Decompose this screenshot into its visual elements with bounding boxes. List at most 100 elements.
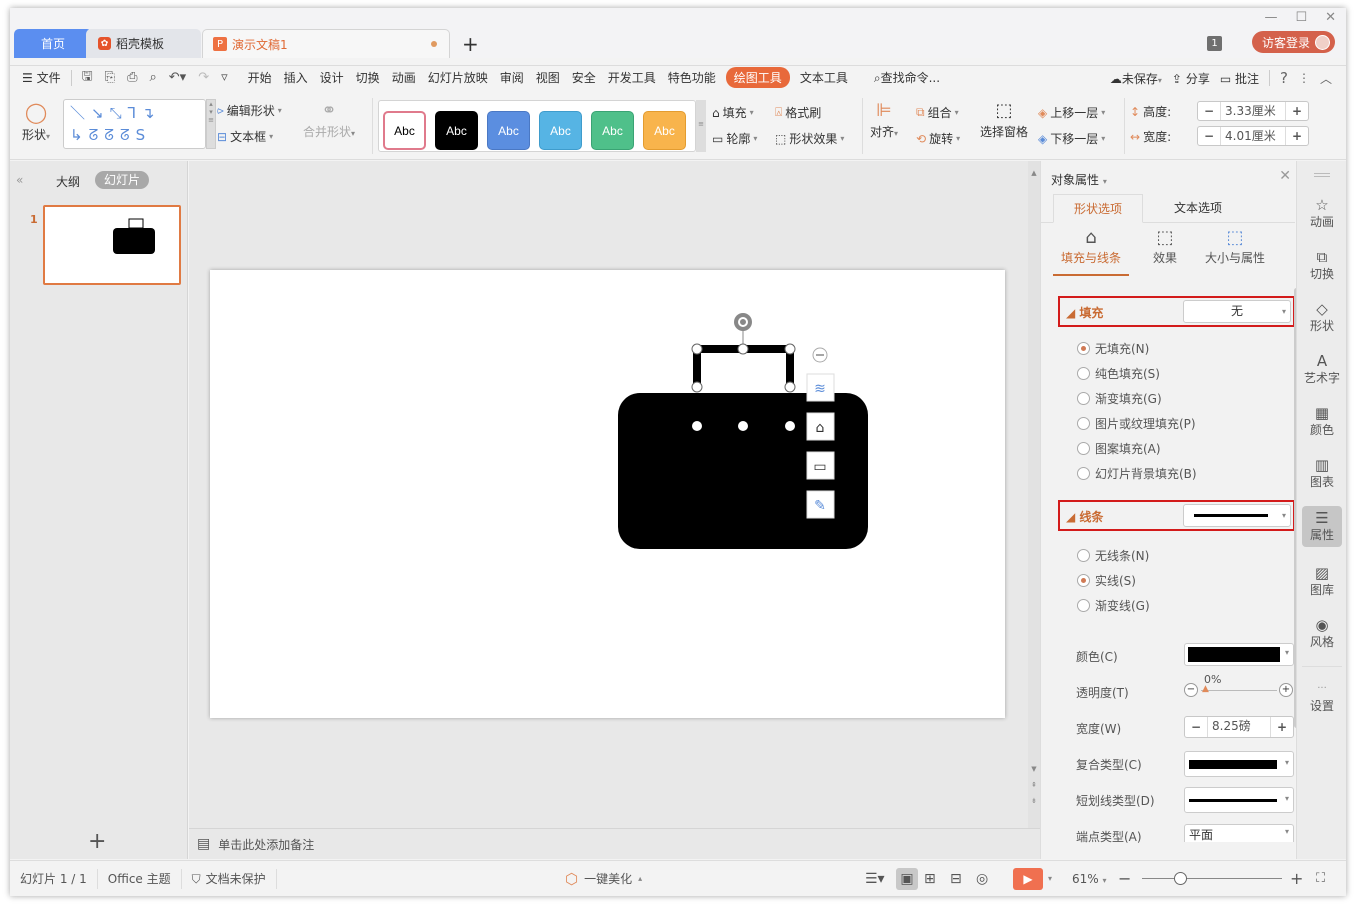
print-icon[interactable]: ⎙ <box>121 70 143 85</box>
height-field[interactable]: − 3.33厘米 + <box>1197 101 1309 121</box>
transparency-slider[interactable]: − 0% ▲ + <box>1184 673 1296 699</box>
menu-slideshow[interactable]: 幻灯片放映 <box>422 69 494 86</box>
scroll-up-icon[interactable]: ▲ <box>1028 169 1040 177</box>
sidebar-wordart[interactable]: A 艺术字 <box>1302 353 1342 386</box>
menu-features[interactable]: 特色功能 <box>662 69 722 86</box>
share-button[interactable]: ⇪ 分享 <box>1172 70 1210 87</box>
width-decrease[interactable]: − <box>1198 129 1220 143</box>
line-color-picker[interactable]: ▾ <box>1184 643 1294 666</box>
sidebar-transition[interactable]: ⧉ 切换 <box>1302 249 1342 282</box>
zoom-in-button[interactable]: + <box>1290 869 1303 888</box>
style-swatch-lightblue[interactable]: Abc <box>539 111 582 150</box>
login-button[interactable]: 访客登录 <box>1252 31 1335 53</box>
width-value[interactable]: 4.01厘米 <box>1220 127 1286 145</box>
shape-effect-button[interactable]: ⬚ 形状效果 ▾ <box>775 130 844 147</box>
menu-drawing-tools[interactable]: 绘图工具 <box>725 67 790 88</box>
sidebar-properties[interactable]: ☰ 属性 <box>1302 506 1342 547</box>
menu-animation[interactable]: 动画 <box>386 69 422 86</box>
slides-tab[interactable]: 幻灯片 <box>95 171 149 189</box>
play-options-icon[interactable]: ▾ <box>1048 874 1052 883</box>
menu-text-tools[interactable]: 文本工具 <box>794 69 854 86</box>
style-swatch-black[interactable]: Abc <box>435 111 478 150</box>
sidebar-animation[interactable]: ☆ 动画 <box>1302 197 1342 230</box>
radio-solid-fill[interactable]: 纯色填充(S) <box>1077 365 1160 382</box>
style-swatch-orange[interactable]: Abc <box>643 111 686 150</box>
panel-title[interactable]: 对象属性 ▾ <box>1051 171 1107 188</box>
subtab-effect[interactable]: ⬚ 效果 <box>1125 227 1205 266</box>
menu-review[interactable]: 审阅 <box>494 69 530 86</box>
radio-picture-fill[interactable]: 图片或纹理填充(P) <box>1077 415 1196 432</box>
radio-gradient-line[interactable]: 渐变线(G) <box>1077 597 1150 614</box>
menu-developer[interactable]: 开发工具 <box>602 69 662 86</box>
width-increase[interactable]: + <box>1286 129 1308 143</box>
collapse-ribbon-icon[interactable]: ︿ <box>1320 70 1332 87</box>
format-painter-button[interactable]: ⍓ 格式刷 <box>775 104 821 121</box>
line-width-value[interactable]: 8.25磅 <box>1207 717 1271 737</box>
fill-button[interactable]: ⌂ 填充 ▾ <box>712 104 754 121</box>
width-field[interactable]: − 4.01厘米 + <box>1197 126 1309 146</box>
tab-text-options[interactable]: 文本选项 <box>1153 194 1243 223</box>
shape-gallery[interactable]: ＼↘⤡⅂↴ ↳ᘔᘔᘔS <box>63 99 206 149</box>
radio-gradient-fill[interactable]: 渐变填充(G) <box>1077 390 1162 407</box>
menu-design[interactable]: 设计 <box>314 69 350 86</box>
menu-insert[interactable]: 插入 <box>278 69 314 86</box>
line-dropdown[interactable]: ▾ <box>1183 504 1291 527</box>
line-width-decrease[interactable]: − <box>1185 720 1207 734</box>
style-swatch-blue[interactable]: Abc <box>487 111 530 150</box>
line-width-increase[interactable]: + <box>1271 720 1293 734</box>
line-section-header[interactable]: ◢ 线条 ▾ <box>1058 500 1295 531</box>
sidebar-chart[interactable]: ▥ 图表 <box>1302 457 1342 490</box>
style-swatch-white[interactable]: Abc <box>383 111 426 150</box>
sidebar-style[interactable]: ◉ 风格 <box>1302 617 1342 650</box>
merge-shape-button[interactable]: ⚭ 合并形状▾ <box>303 100 355 140</box>
slider-thumb[interactable]: ▲ <box>1202 684 1209 694</box>
outline-button[interactable]: ▭ 轮廓 ▾ <box>712 130 757 147</box>
slide-canvas[interactable]: ≋ ⌂ ▭ ✎ <box>210 270 1005 718</box>
print-preview-icon[interactable]: ⌕ <box>143 70 162 85</box>
notification-badge[interactable]: 1 <box>1207 36 1222 51</box>
reading-view-icon[interactable]: ⊟ <box>950 871 962 887</box>
radio-background-fill[interactable]: 幻灯片背景填充(B) <box>1077 465 1197 482</box>
zoom-slider[interactable] <box>1142 878 1282 879</box>
customize-icon[interactable]: ▿ <box>215 70 234 85</box>
gallery-scroll[interactable]: ▴ ▾ ≡ <box>206 99 216 149</box>
textbox-button[interactable]: ⊟ 文本框 ▾ <box>217 128 273 145</box>
search-command[interactable]: ⌕查找命令... <box>868 69 946 86</box>
bring-forward-button[interactable]: ◈ 上移一层 ▾ <box>1038 104 1105 121</box>
fit-window-icon[interactable]: ⛶ <box>1316 871 1325 886</box>
scroll-page-icons[interactable]: ▼ ⇞ ⇟ <box>1028 761 1040 809</box>
subtab-fill-line[interactable]: ⌂ 填充与线条 <box>1051 227 1131 266</box>
theme-name[interactable]: Office 主题 <box>98 868 182 889</box>
transparency-decrease[interactable]: − <box>1184 683 1198 697</box>
align-button[interactable]: ⊫ 对齐▾ <box>870 100 898 140</box>
protection-status[interactable]: ⛉ 文档未保护 <box>182 868 277 889</box>
zoom-out-button[interactable]: − <box>1118 869 1131 888</box>
menu-view[interactable]: 视图 <box>530 69 566 86</box>
play-slideshow-button[interactable]: ▶ <box>1013 868 1043 890</box>
edit-shape-button[interactable]: ⪧ 编辑形状 ▾ <box>217 102 282 119</box>
collapse-panel-icon[interactable]: « <box>16 173 23 187</box>
undo-icon[interactable]: ↶▾ <box>163 70 192 85</box>
tab-home[interactable]: 首页 <box>14 29 92 58</box>
redo-icon[interactable]: ↷ <box>192 70 215 85</box>
menu-security[interactable]: 安全 <box>566 69 602 86</box>
maximize-button[interactable]: ☐ <box>1295 10 1307 25</box>
sidebar-color[interactable]: ▦ 颜色 <box>1302 405 1342 438</box>
send-backward-button[interactable]: ◈ 下移一层 ▾ <box>1038 130 1105 147</box>
fill-dropdown[interactable]: 无 ▾ <box>1183 300 1291 323</box>
fill-section-header[interactable]: ◢ 填充 无 ▾ <box>1058 296 1295 327</box>
height-value[interactable]: 3.33厘米 <box>1220 102 1286 120</box>
notes-toggle-icon[interactable]: ☰▾ <box>865 871 885 887</box>
comment-button[interactable]: ▭ 批注 <box>1220 70 1259 87</box>
tab-shape-options[interactable]: 形状选项 <box>1053 194 1143 223</box>
notes-area[interactable]: ▤ 单击此处添加备注 <box>189 828 1040 859</box>
sorter-view-icon[interactable]: ⊞ <box>924 871 936 887</box>
export-icon[interactable]: ⎘ <box>99 70 121 85</box>
height-increase[interactable]: + <box>1286 104 1308 118</box>
sidebar-gallery[interactable]: ▨ 图库 <box>1302 565 1342 598</box>
new-tab-button[interactable]: + <box>462 32 479 56</box>
selection-pane-button[interactable]: ⬚ 选择窗格 <box>980 100 1028 140</box>
menu-transition[interactable]: 切换 <box>350 69 386 86</box>
compound-type-dropdown[interactable]: ▾ <box>1184 751 1294 777</box>
zoom-slider-thumb[interactable] <box>1174 872 1187 885</box>
